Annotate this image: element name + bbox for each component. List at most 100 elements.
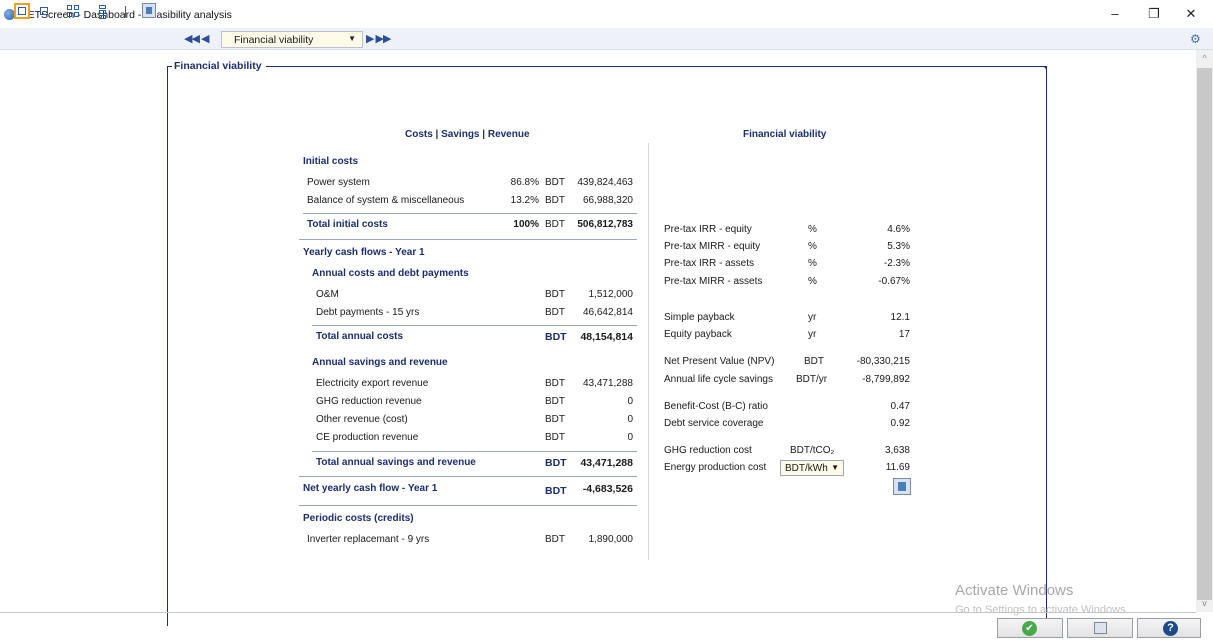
total-initial-costs-label: Total initial costs: [307, 219, 388, 230]
savings-value: 43,471,288: [582, 378, 633, 389]
payback-value: 17: [898, 329, 910, 340]
toolbar: [0, 28, 1213, 50]
initial-cost-label: Power system: [307, 177, 370, 188]
single-view-icon[interactable]: [14, 3, 30, 19]
report-icon[interactable]: [142, 3, 156, 18]
checkmark-icon: ✔: [1022, 621, 1037, 636]
initial-cost-value: 66,988,320: [582, 195, 633, 206]
toolbar-separator: [125, 6, 126, 17]
minimize-button[interactable]: –: [1100, 5, 1130, 23]
annual-cost-value: 1,512,000: [588, 289, 634, 300]
help-icon: ?: [1163, 621, 1178, 636]
energy-unit-dropdown[interactable]: BDT/kWh ▼: [780, 460, 844, 476]
bc-ratio-value: 0.47: [890, 401, 910, 412]
close-button[interactable]: ✕: [1176, 5, 1206, 23]
panel-title: Financial viability: [172, 60, 266, 72]
savings-label: Electricity export revenue: [316, 378, 429, 389]
total-annual-costs-value: 48,154,814: [580, 331, 633, 343]
scroll-up-icon[interactable]: ^: [1196, 50, 1213, 67]
irr-value: 4.6%: [887, 224, 910, 235]
scroll-thumb[interactable]: [1197, 68, 1212, 600]
print-button[interactable]: [1067, 618, 1133, 638]
activate-windows-title: Activate Windows: [955, 582, 1074, 599]
initial-cost-pct: 13.2%: [510, 195, 539, 206]
ghg-cost-label: GHG reduction cost: [664, 445, 752, 456]
payback-unit: yr: [808, 312, 817, 323]
chevron-down-icon: ▼: [348, 34, 356, 43]
irr-unit: %: [808, 241, 817, 252]
annual-cost-unit: BDT: [545, 289, 565, 300]
periodic-costs-title: Periodic costs (credits): [303, 513, 414, 524]
savings-label: Other revenue (cost): [316, 414, 408, 425]
net-cash-flow-value: -4,683,526: [582, 483, 633, 495]
life-cycle-savings-label: Annual life cycle savings: [664, 374, 773, 385]
irr-unit: %: [808, 276, 817, 287]
payback-unit: yr: [808, 329, 817, 340]
ok-button[interactable]: ✔: [997, 618, 1063, 638]
debt-coverage-label: Debt service coverage: [664, 418, 764, 429]
payback-value: 12.1: [890, 312, 910, 323]
column-divider: [648, 143, 649, 560]
npv-unit: BDT: [804, 356, 824, 367]
periodic-cost-value: 1,890,000: [588, 534, 634, 545]
title-bar: RETScreen - Dashboard - Feasibility anal…: [0, 0, 1213, 28]
irr-label: Pre-tax IRR - equity: [664, 224, 752, 235]
small-view-icon[interactable]: [40, 7, 48, 15]
panel-border: [167, 66, 1047, 67]
settings-gears-icon[interactable]: ⚙: [1190, 32, 1201, 46]
total-initial-costs-value: 506,812,783: [577, 219, 633, 230]
total-savings-label: Total annual savings and revenue: [316, 457, 476, 468]
irr-unit: %: [808, 258, 817, 269]
savings-value: 0: [627, 414, 633, 425]
vertical-scrollbar[interactable]: ^ v: [1196, 50, 1213, 612]
payback-label: Equity payback: [664, 329, 732, 340]
life-cycle-savings-value: -8,799,892: [862, 374, 910, 385]
ghg-cost-value: 3,638: [884, 445, 910, 456]
divider: [299, 505, 637, 506]
savings-unit: BDT: [545, 414, 565, 425]
grid-view-icon[interactable]: [67, 3, 81, 19]
energy-cost-label: Energy production cost: [664, 462, 767, 473]
help-button[interactable]: ?: [1137, 618, 1201, 638]
irr-unit: %: [808, 224, 817, 235]
activate-windows-subtitle: Go to Settings to activate Windows.: [955, 604, 1129, 616]
initial-cost-pct: 86.8%: [510, 177, 539, 188]
restore-button[interactable]: ❐: [1139, 5, 1169, 23]
savings-value: 0: [627, 396, 633, 407]
annual-cost-label: Debt payments - 15 yrs: [316, 307, 420, 318]
periodic-cost-label: Inverter replacemant - 9 yrs: [307, 534, 430, 545]
energy-cost-value: 11.69: [885, 462, 910, 473]
initial-cost-label: Balance of system & miscellaneous: [307, 195, 465, 206]
payback-label: Simple payback: [664, 312, 735, 323]
page-selector-dropdown[interactable]: Financial viability ▼: [221, 31, 363, 48]
total-initial-costs-pct: 100%: [513, 219, 539, 230]
initial-cost-value: 439,824,463: [577, 177, 633, 188]
nav-back-arrows[interactable]: ◀◀ ◀: [184, 32, 209, 45]
periodic-cost-unit: BDT: [545, 534, 565, 545]
irr-label: Pre-tax MIRR - equity: [664, 241, 761, 252]
savings-unit: BDT: [545, 378, 565, 389]
divider: [303, 213, 637, 214]
annual-cost-value: 46,642,814: [582, 307, 633, 318]
panel-corner: [1040, 66, 1047, 73]
print-icon: [1094, 622, 1107, 634]
savings-value: 0: [627, 432, 633, 443]
total-savings-value: 43,471,288: [580, 457, 633, 469]
net-cash-flow-label: Net yearly cash flow - Year 1: [303, 483, 438, 494]
irr-value: 5.3%: [887, 241, 910, 252]
chart-icon[interactable]: [893, 478, 911, 495]
scroll-down-icon[interactable]: v: [1196, 595, 1213, 612]
irr-label: Pre-tax IRR - assets: [664, 258, 755, 269]
divider: [299, 476, 637, 477]
energy-unit-value: BDT/kWh: [785, 463, 828, 474]
column-view-icon[interactable]: [99, 3, 106, 19]
annual-savings-title: Annual savings and revenue: [312, 357, 448, 368]
savings-unit: BDT: [545, 396, 565, 407]
costs-heading: Costs | Savings | Revenue: [405, 129, 530, 140]
yearly-cash-flows-title: Yearly cash flows - Year 1: [303, 247, 425, 258]
divider: [312, 451, 637, 452]
annual-costs-title: Annual costs and debt payments: [312, 268, 469, 279]
divider: [299, 239, 637, 240]
nav-forward-arrows[interactable]: ▶ ▶▶: [366, 32, 391, 45]
annual-cost-label: O&M: [316, 289, 339, 300]
